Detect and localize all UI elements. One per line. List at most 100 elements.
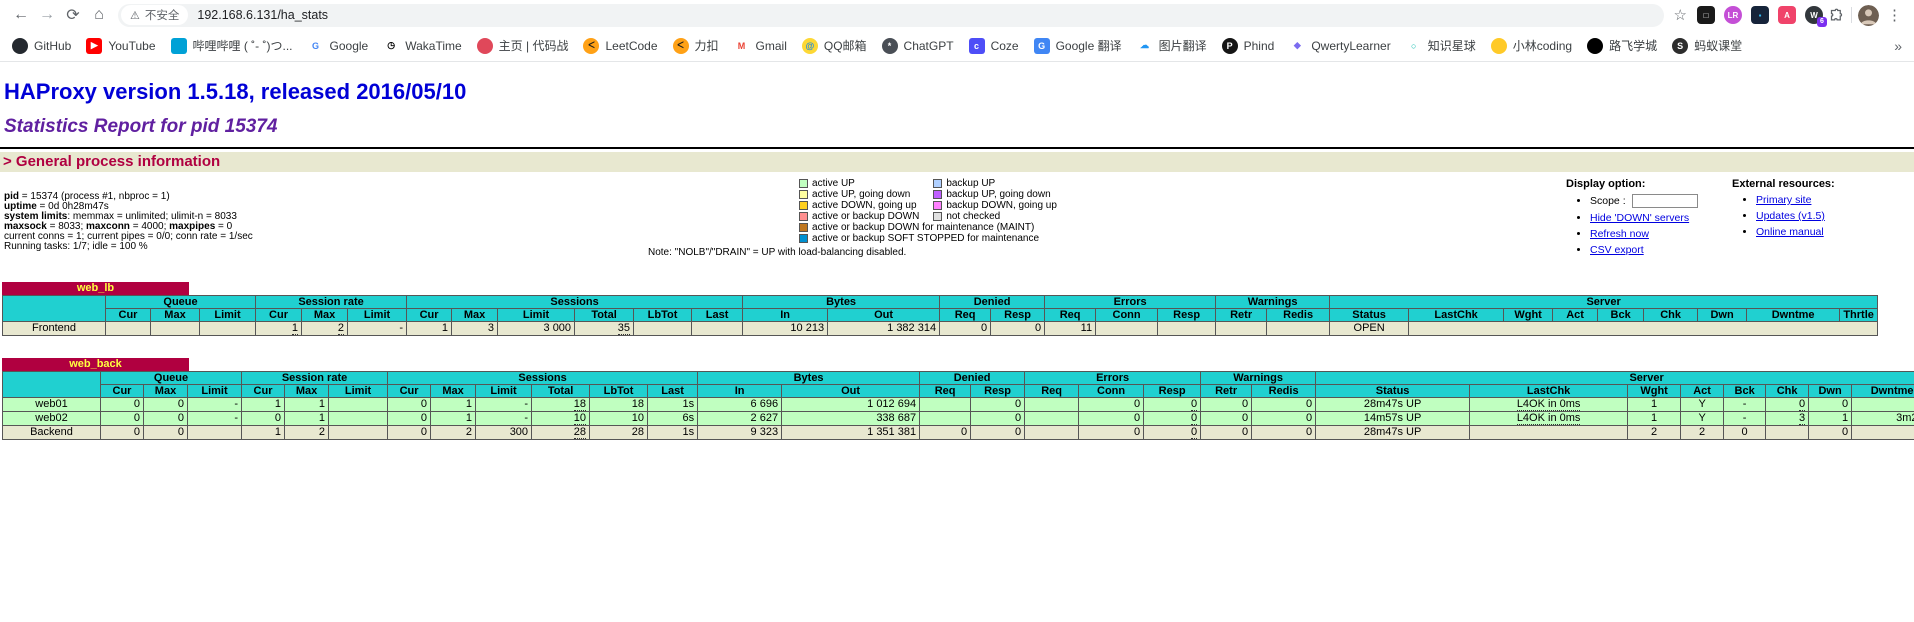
col-header-dwn: Dwn bbox=[1698, 309, 1747, 322]
web_back-web01-qlimit: - bbox=[188, 398, 242, 412]
bookmark-item[interactable]: cCoze bbox=[969, 38, 1019, 54]
bookmark-item[interactable]: GGoogle 翻译 bbox=[1034, 37, 1122, 54]
web_back-backend-ereq bbox=[1025, 426, 1079, 440]
bookmark-item[interactable]: ᐸ力扣 bbox=[673, 37, 719, 54]
bookmark-item[interactable]: @QQ邮箱 bbox=[802, 37, 867, 54]
web_back-web02-slimit: - bbox=[476, 412, 532, 426]
horizontal-rule bbox=[0, 147, 1914, 149]
translate-extension-icon[interactable]: A bbox=[1778, 6, 1796, 24]
col-header-bout: Out bbox=[828, 309, 940, 322]
bookmark-item[interactable]: S蚂蚁课堂 bbox=[1672, 37, 1742, 54]
group-header-denied: Denied bbox=[940, 296, 1045, 309]
corner-cell bbox=[3, 372, 101, 398]
group-header-server: Server bbox=[1316, 372, 1914, 385]
extension-badge: 6 bbox=[1817, 17, 1827, 27]
bookmark-item[interactable]: ○知识星球 bbox=[1406, 37, 1476, 54]
legend-swatch bbox=[799, 212, 808, 221]
bookmark-favicon: c bbox=[969, 38, 985, 54]
web_back-backend-dwn: 0 bbox=[1809, 426, 1852, 440]
col-header-scur: Cur bbox=[407, 309, 452, 322]
col-header-eresp: Resp bbox=[1144, 385, 1201, 398]
web_back-backend-status: 28m47s UP bbox=[1316, 426, 1470, 440]
display-option-link[interactable]: Hide 'DOWN' servers bbox=[1590, 212, 1689, 224]
address-bar[interactable]: ⚠ 不安全 192.168.6.131/ha_stats bbox=[118, 4, 1664, 27]
bookmark-favicon: ◆ bbox=[1289, 38, 1305, 54]
col-header-lastchk: LastChk bbox=[1409, 309, 1504, 322]
bookmark-item[interactable]: *ChatGPT bbox=[882, 38, 954, 54]
side-panel-extension-icon[interactable]: □ bbox=[1697, 6, 1715, 24]
web_back-web02-lbtot: 10 bbox=[590, 412, 648, 426]
web_lb-frontend-ereq: 11 bbox=[1045, 322, 1096, 336]
group-header-bytes: Bytes bbox=[743, 296, 940, 309]
bookmark-item[interactable]: ▶YouTube bbox=[86, 38, 155, 54]
bookmark-favicon: G bbox=[1034, 38, 1050, 54]
col-header-stot: Total bbox=[575, 309, 634, 322]
display-option-item: Refresh now bbox=[1590, 228, 1726, 240]
display-option-link[interactable]: Refresh now bbox=[1590, 228, 1649, 240]
bookmark-label: WakaTime bbox=[405, 39, 461, 53]
col-header-rcur: Cur bbox=[256, 309, 302, 322]
bookmark-item[interactable]: ◷WakaTime bbox=[383, 38, 461, 54]
bookmark-item[interactable]: 路飞学城 bbox=[1587, 37, 1657, 54]
lr-extension-icon[interactable]: LR bbox=[1724, 6, 1742, 24]
bookmarks-overflow-icon[interactable]: » bbox=[1894, 38, 1902, 54]
row-label: web02 bbox=[3, 412, 101, 426]
bookmark-item[interactable]: 小林coding bbox=[1491, 37, 1572, 54]
bookmark-favicon: G bbox=[308, 38, 324, 54]
bookmark-item[interactable]: GitHub bbox=[12, 38, 71, 54]
bookmark-item[interactable]: ◆ QwertyLearner bbox=[1289, 38, 1390, 54]
bookmark-label: 哔哩哔哩 ( ˚- ˚)つ... bbox=[193, 37, 293, 54]
row-label: web01 bbox=[3, 398, 101, 412]
stats-table-web_lb: QueueSession rateSessionsBytesDeniedErro… bbox=[2, 295, 1878, 336]
web_back-web01-lastchk: L4OK in 0ms bbox=[1470, 398, 1628, 412]
display-option-item: Hide 'DOWN' servers bbox=[1590, 212, 1726, 224]
web_lb-frontend-econn bbox=[1096, 322, 1158, 336]
back-icon[interactable]: ← bbox=[8, 2, 34, 28]
bookmark-item[interactable]: 主页 | 代码战 bbox=[477, 37, 569, 54]
extensions-puzzle-icon[interactable] bbox=[1827, 6, 1845, 24]
wordpress-extension-icon[interactable]: W6 bbox=[1805, 6, 1823, 24]
bookmark-item[interactable]: GGoogle bbox=[308, 38, 369, 54]
bookmark-label: ChatGPT bbox=[904, 39, 954, 53]
legend-label: backup UP, going down bbox=[946, 189, 1050, 200]
col-header-smax: Max bbox=[452, 309, 498, 322]
display-option-link[interactable]: CSV export bbox=[1590, 244, 1644, 256]
security-chip[interactable]: ⚠ 不安全 bbox=[121, 5, 188, 25]
haproxy-version-link[interactable]: HAProxy version 1.5.18, released 2016/05… bbox=[4, 79, 1914, 105]
external-resource-link[interactable]: Primary site bbox=[1756, 194, 1811, 206]
scope-input[interactable] bbox=[1632, 194, 1698, 208]
col-header-qcur: Cur bbox=[106, 309, 151, 322]
external-resource-item: Online manual bbox=[1756, 226, 1892, 238]
home-icon[interactable]: ⌂ bbox=[86, 2, 112, 28]
legend-swatch bbox=[933, 190, 942, 199]
reload-icon[interactable]: ⟳ bbox=[60, 2, 86, 28]
col-header-eresp: Resp bbox=[1158, 309, 1216, 322]
external-resource-link[interactable]: Online manual bbox=[1756, 226, 1824, 238]
bookmark-favicon: ᐸ bbox=[673, 38, 689, 54]
bookmark-item[interactable]: PPhind bbox=[1222, 38, 1275, 54]
blue-panel-extension-icon[interactable]: ▪ bbox=[1751, 6, 1769, 24]
web_back-web01-rmax: 1 bbox=[285, 398, 329, 412]
bookmark-item[interactable]: MGmail bbox=[734, 38, 787, 54]
process-info-line: Running tasks: 1/7; idle = 100 % bbox=[4, 242, 648, 252]
tooltip-value: 0 bbox=[1191, 398, 1197, 411]
col-header-chk: Chk bbox=[1644, 309, 1698, 322]
web_back-web01-dwntme: 0s bbox=[1852, 398, 1914, 412]
bookmark-item[interactable]: ☁图片翻译 bbox=[1137, 37, 1207, 54]
external-resource-link[interactable]: Updates (v1.5) bbox=[1756, 210, 1825, 222]
profile-avatar[interactable] bbox=[1858, 5, 1879, 26]
browser-menu-icon[interactable]: ⋮ bbox=[1887, 6, 1902, 24]
bookmark-label: QwertyLearner bbox=[1311, 39, 1390, 53]
forward-icon[interactable]: → bbox=[34, 2, 60, 28]
group-header-errors: Errors bbox=[1045, 296, 1216, 309]
web_back-web01-bin: 6 696 bbox=[698, 398, 782, 412]
bookmark-item[interactable]: ᐸLeetCode bbox=[583, 38, 657, 54]
tooltip-value: 3 bbox=[1799, 412, 1805, 425]
web_lb-frontend-qmax bbox=[151, 322, 200, 336]
bookmark-favicon bbox=[1587, 38, 1603, 54]
col-header-last: Last bbox=[692, 309, 743, 322]
bookmark-item[interactable]: 哔哩哔哩 ( ˚- ˚)つ... bbox=[171, 37, 293, 54]
col-header-status: Status bbox=[1330, 309, 1409, 322]
bookmark-star-icon[interactable]: ☆ bbox=[1674, 6, 1687, 24]
col-header-qlimit: Limit bbox=[200, 309, 256, 322]
